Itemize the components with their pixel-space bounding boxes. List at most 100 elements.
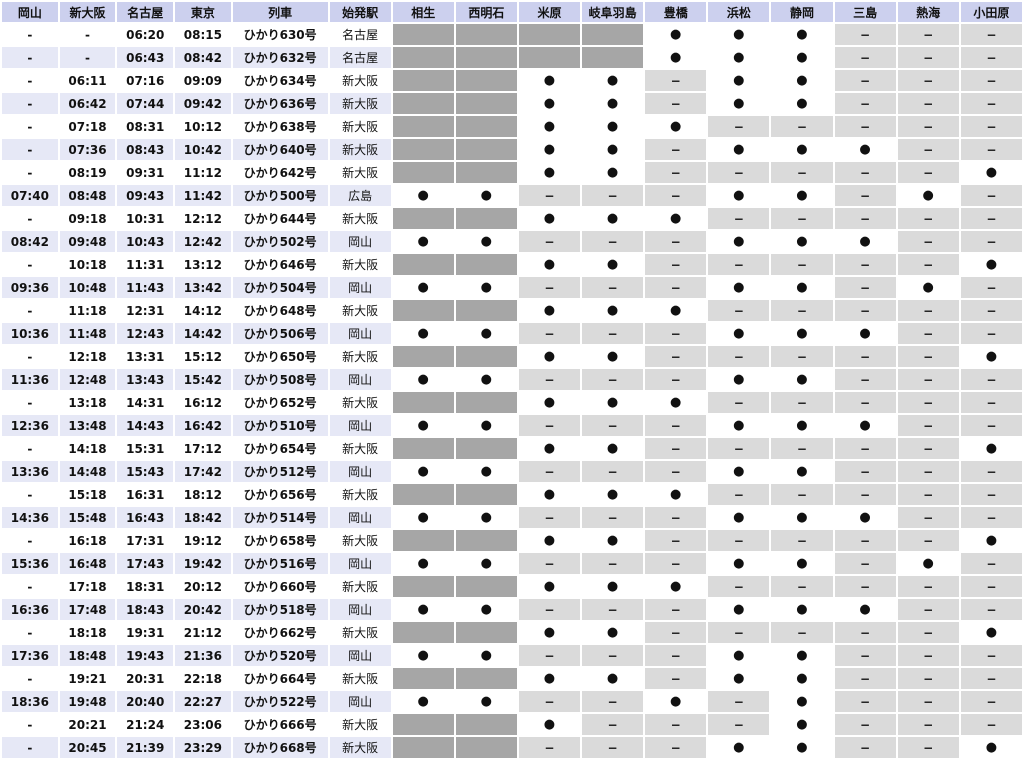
pass-mark: − bbox=[960, 323, 1022, 344]
pass-mark: − bbox=[834, 645, 896, 666]
stop-mark: ● bbox=[392, 415, 454, 436]
time-cell: 16:31 bbox=[117, 484, 174, 505]
stop-mark: ● bbox=[771, 415, 833, 436]
train-name: ひかり522号 bbox=[232, 691, 328, 712]
time-cell: 20:12 bbox=[175, 576, 231, 597]
not-served-cell bbox=[392, 530, 454, 551]
time-cell: 14:42 bbox=[175, 323, 231, 344]
time-cell: 20:31 bbox=[117, 668, 174, 689]
column-header: 新大阪 bbox=[59, 2, 116, 22]
time-cell: - bbox=[2, 438, 58, 459]
train-name: ひかり520号 bbox=[232, 645, 328, 666]
column-header: 岡山 bbox=[2, 2, 58, 22]
stop-mark: ● bbox=[455, 507, 517, 528]
train-name: ひかり514号 bbox=[232, 507, 328, 528]
train-name: ひかり512号 bbox=[232, 461, 328, 482]
not-served-cell bbox=[392, 208, 454, 229]
pass-mark: − bbox=[960, 116, 1022, 137]
time-cell: 16:48 bbox=[59, 553, 116, 574]
pass-mark: − bbox=[897, 47, 959, 68]
table-row: -19:21 20:31 22:18 ひかり664号 新大阪 ● ● − ● ● − − − bbox=[2, 668, 1022, 689]
time-cell: 21:36 bbox=[175, 645, 231, 666]
time-cell: 18:43 bbox=[117, 599, 174, 620]
origin-station: 名古屋 bbox=[329, 24, 391, 45]
stop-mark: ● bbox=[518, 139, 581, 160]
time-cell: 10:42 bbox=[175, 139, 231, 160]
pass-mark: − bbox=[897, 139, 959, 160]
origin-station: 岡山 bbox=[329, 415, 391, 436]
stop-mark: ● bbox=[708, 369, 770, 390]
pass-mark: − bbox=[708, 714, 770, 735]
pass-mark: − bbox=[834, 668, 896, 689]
pass-mark: − bbox=[582, 323, 644, 344]
not-served-cell bbox=[392, 737, 454, 758]
not-served-cell bbox=[455, 622, 517, 643]
pass-mark: − bbox=[897, 668, 959, 689]
time-cell: - bbox=[2, 300, 58, 321]
pass-mark: − bbox=[834, 369, 896, 390]
pass-mark: − bbox=[897, 645, 959, 666]
origin-station: 新大阪 bbox=[329, 737, 391, 758]
stop-mark: ● bbox=[455, 645, 517, 666]
not-served-cell bbox=[455, 300, 517, 321]
column-header: 名古屋 bbox=[117, 2, 174, 22]
origin-station: 岡山 bbox=[329, 553, 391, 574]
table-row: -12:18 13:31 15:12 ひかり650号 新大阪 ● ● − − − − − ● bbox=[2, 346, 1022, 367]
train-name: ひかり662号 bbox=[232, 622, 328, 643]
pass-mark: − bbox=[645, 70, 707, 91]
time-cell: 07:36 bbox=[59, 139, 116, 160]
time-cell: 11:36 bbox=[2, 369, 58, 390]
origin-station: 広島 bbox=[329, 185, 391, 206]
column-header: 始発駅 bbox=[329, 2, 391, 22]
time-cell: 13:31 bbox=[117, 346, 174, 367]
stop-mark: ● bbox=[518, 208, 581, 229]
time-cell: 19:43 bbox=[117, 645, 174, 666]
pass-mark: − bbox=[960, 599, 1022, 620]
time-cell: 19:31 bbox=[117, 622, 174, 643]
stop-mark: ● bbox=[392, 691, 454, 712]
stop-mark: ● bbox=[455, 415, 517, 436]
time-cell: 15:12 bbox=[175, 346, 231, 367]
time-cell: 14:12 bbox=[175, 300, 231, 321]
time-cell: - bbox=[2, 530, 58, 551]
stop-mark: ● bbox=[455, 691, 517, 712]
pass-mark: − bbox=[834, 116, 896, 137]
pass-mark: − bbox=[897, 599, 959, 620]
pass-mark: − bbox=[834, 461, 896, 482]
not-served-cell bbox=[455, 737, 517, 758]
stop-mark: ● bbox=[771, 185, 833, 206]
train-name: ひかり652号 bbox=[232, 392, 328, 413]
origin-station: 新大阪 bbox=[329, 116, 391, 137]
table-row: 13:36 14:48 15:43 17:42 ひかり512号 岡山 ● ● − − − ● ● − − − bbox=[2, 461, 1022, 482]
origin-station: 新大阪 bbox=[329, 162, 391, 183]
pass-mark: − bbox=[645, 645, 707, 666]
time-cell: 07:44 bbox=[117, 93, 174, 114]
pass-mark: − bbox=[960, 645, 1022, 666]
time-cell: 13:18 bbox=[59, 392, 116, 413]
time-cell: - bbox=[59, 24, 116, 45]
pass-mark: − bbox=[708, 346, 770, 367]
train-name: ひかり634号 bbox=[232, 70, 328, 91]
train-name: ひかり648号 bbox=[232, 300, 328, 321]
not-served-cell bbox=[392, 438, 454, 459]
table-row: 15:36 16:48 17:43 19:42 ひかり516号 岡山 ● ● − − − ● ● − ● − bbox=[2, 553, 1022, 574]
not-served-cell bbox=[455, 392, 517, 413]
time-cell: 19:12 bbox=[175, 530, 231, 551]
stop-mark: ● bbox=[834, 599, 896, 620]
train-name: ひかり510号 bbox=[232, 415, 328, 436]
pass-mark: − bbox=[582, 231, 644, 252]
header-row: 岡山 新大阪 名古屋 東京 列車 始発駅 相生 西明石 米原 岐阜羽島 豊橋 浜松 静岡 三島 熱海 小田原 bbox=[2, 2, 1022, 22]
pass-mark: − bbox=[645, 139, 707, 160]
origin-station: 岡山 bbox=[329, 645, 391, 666]
stop-mark: ● bbox=[645, 392, 707, 413]
pass-mark: − bbox=[708, 530, 770, 551]
pass-mark: − bbox=[897, 254, 959, 275]
pass-mark: − bbox=[645, 553, 707, 574]
time-cell: - bbox=[2, 116, 58, 137]
origin-station: 新大阪 bbox=[329, 622, 391, 643]
time-cell: - bbox=[2, 139, 58, 160]
column-header: 豊橋 bbox=[645, 2, 707, 22]
not-served-cell bbox=[392, 484, 454, 505]
pass-mark: − bbox=[960, 553, 1022, 574]
pass-mark: − bbox=[834, 93, 896, 114]
